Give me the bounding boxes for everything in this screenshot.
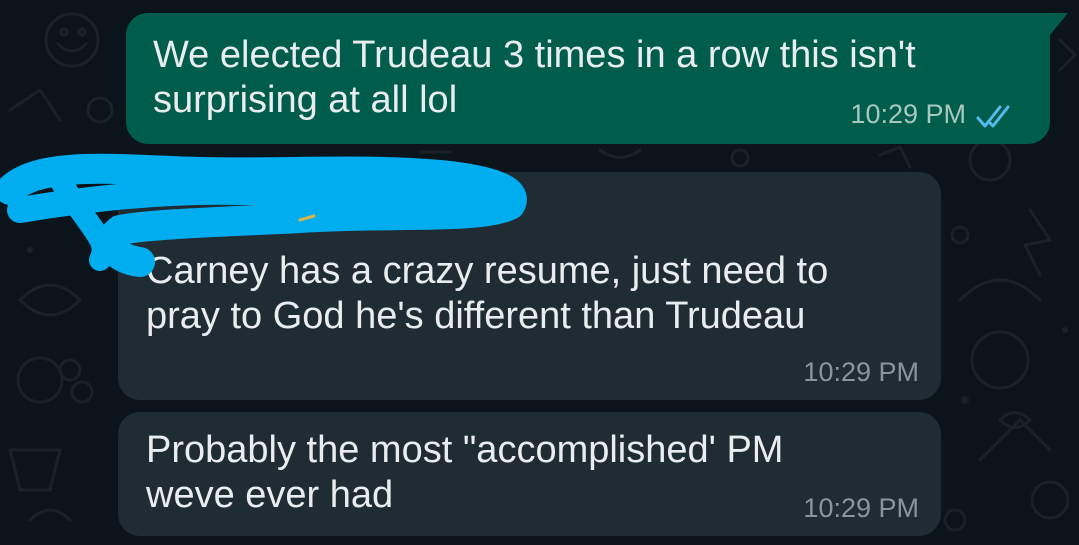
incoming-message-bubble[interactable]: Probably the most "accomplished' PM weve… [118,412,941,536]
bubble-tail [1050,13,1068,35]
message-text: Carney has a crazy resume, just need to … [146,250,829,337]
message-timestamp: 10:29 PM [803,493,919,523]
outgoing-message-bubble[interactable]: We elected Trudeau 3 times in a row this… [126,13,1068,144]
message-timestamp: 10:29 PM [803,357,919,387]
double-check-read-icon [976,105,1010,128]
message-timestamp: 10:29 PM [850,99,966,129]
incoming-message-bubble[interactable]: Carney has a crazy resume, just need to … [118,172,941,400]
